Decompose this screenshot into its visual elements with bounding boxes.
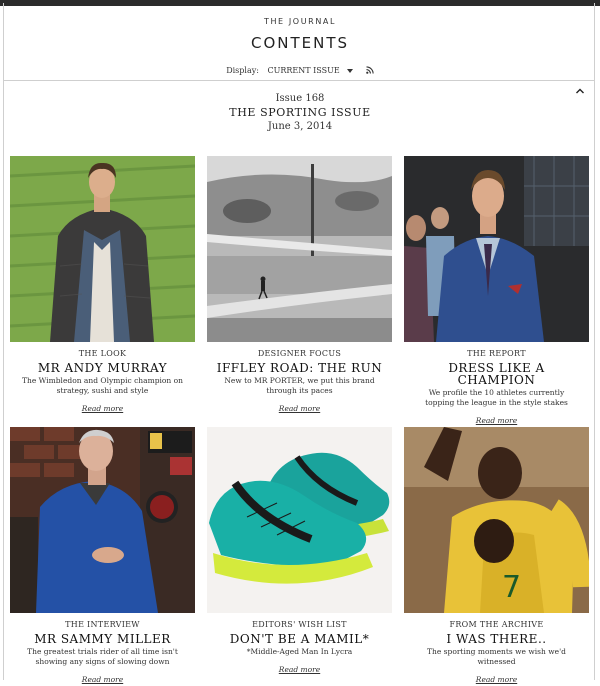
article-image[interactable] <box>404 156 589 342</box>
article-description: We profile the 10 athletes currently top… <box>425 388 568 407</box>
article-card[interactable]: DESIGNER FOCUS IFFLEY ROAD: THE RUN New … <box>207 156 392 415</box>
article-card[interactable]: THE LOOK MR ANDY MURRAY The Wimbledon an… <box>10 156 195 415</box>
article-image[interactable] <box>207 156 392 342</box>
article-kicker: THE LOOK <box>78 349 127 358</box>
issue-select[interactable]: CURRENT ISSUE <box>268 66 340 75</box>
article-headline[interactable]: IFFLEY ROAD: THE RUN <box>207 362 392 374</box>
svg-text:7: 7 <box>502 570 521 605</box>
article-headline[interactable]: DON'T BE A MAMIL* <box>207 633 392 645</box>
article-image[interactable] <box>10 156 195 342</box>
article-card[interactable]: THE INTERVIEW MR SAMMY MILLER The greate… <box>10 427 195 686</box>
article-description: The Wimbledon and Olympic champion on st… <box>22 376 183 395</box>
article-kicker: DESIGNER FOCUS <box>257 349 342 358</box>
article-card[interactable]: THE REPORT DRESS LIKE A CHAMPION We prof… <box>404 156 589 427</box>
article-kicker: THE INTERVIEW <box>65 620 140 629</box>
article-headline[interactable]: I WAS THERE.. <box>404 633 589 645</box>
read-more-link[interactable]: Read more <box>476 416 517 425</box>
read-more-link[interactable]: Read more <box>82 404 123 413</box>
issue-name: THE SPORTING ISSUE <box>229 106 371 119</box>
brand-label: THE JOURNAL <box>263 17 337 26</box>
article-headline[interactable]: DRESS LIKE A CHAMPION <box>437 362 557 386</box>
header-divider <box>3 80 595 81</box>
article-kicker: FROM THE ARCHIVE <box>449 620 544 629</box>
article-kicker: THE REPORT <box>467 349 526 358</box>
page-title: CONTENTS <box>250 34 350 52</box>
display-label: Display: <box>226 66 259 75</box>
article-image[interactable] <box>10 427 195 613</box>
rss-icon[interactable] <box>365 66 374 76</box>
article-description: New to MR PORTER, we put this brand thro… <box>224 376 375 395</box>
article-description: *Middle-Aged Man In Lycra <box>246 647 353 656</box>
article-description: The sporting moments we wish we'd witnes… <box>427 647 566 666</box>
article-image[interactable]: 7 <box>404 427 589 613</box>
issue-number: Issue 168 <box>275 93 325 104</box>
display-filter: Display: CURRENT ISSUE <box>0 66 600 76</box>
article-image[interactable] <box>207 427 392 613</box>
caret-down-icon[interactable] <box>347 69 354 73</box>
article-headline[interactable]: MR SAMMY MILLER <box>10 633 195 645</box>
read-more-link[interactable]: Read more <box>279 404 320 413</box>
article-description: The greatest trials rider of all time is… <box>27 647 178 666</box>
read-more-link[interactable]: Read more <box>279 665 320 674</box>
article-kicker: EDITORS' WISH LIST <box>252 620 347 629</box>
article-card[interactable]: EDITORS' WISH LIST DON'T BE A MAMIL* *Mi… <box>207 427 392 676</box>
article-headline[interactable]: MR ANDY MURRAY <box>10 362 195 374</box>
article-card[interactable]: 7 FROM THE ARCHIVE I WAS THERE.. The spo… <box>404 427 589 686</box>
issue-date: June 3, 2014 <box>267 121 333 132</box>
